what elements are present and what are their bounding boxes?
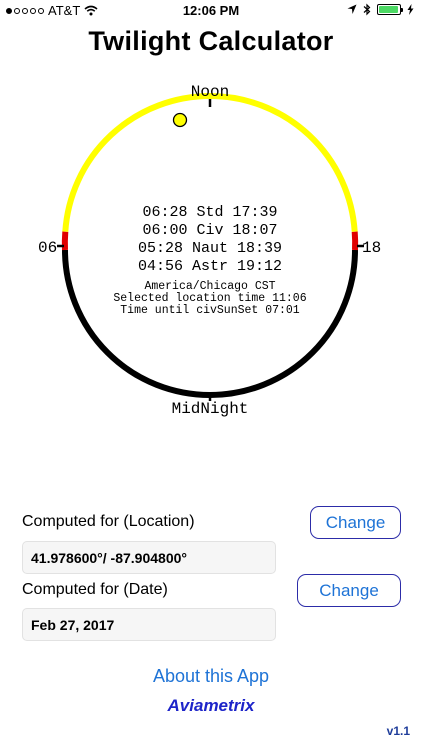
about-app-link[interactable]: About this App (0, 666, 422, 687)
brand-logo-text: Aviametrix (167, 696, 255, 715)
noon-label: Noon (191, 83, 229, 101)
civil-times: 06:00 Civ 18:07 (142, 222, 277, 239)
change-location-button[interactable]: Change (310, 506, 401, 539)
version-label: v1.1 (386, 724, 410, 738)
standard-times: 06:28 Std 17:39 (142, 204, 277, 221)
six-pm-label: 18 (362, 239, 381, 257)
six-am-label: 06 (38, 239, 57, 257)
date-value: Feb 27, 2017 (22, 608, 276, 641)
location-label: Computed for (Location) (22, 513, 195, 530)
change-date-button[interactable]: Change (297, 574, 401, 607)
midnight-label: MidNight (172, 400, 249, 418)
time-until-sunset: Time until civSunSet 07:01 (120, 304, 300, 317)
sun-position-marker (172, 112, 188, 128)
astronomical-times: 04:56 Astr 19:12 (138, 258, 282, 275)
date-label: Computed for (Date) (22, 581, 168, 598)
nautical-times: 05:28 Naut 18:39 (138, 240, 282, 257)
twilight-dial: Noon MidNight 06 18 06:28 Std 17:39 06:0… (38, 83, 381, 418)
location-value: 41.978600°/ -87.904800° (22, 541, 276, 574)
